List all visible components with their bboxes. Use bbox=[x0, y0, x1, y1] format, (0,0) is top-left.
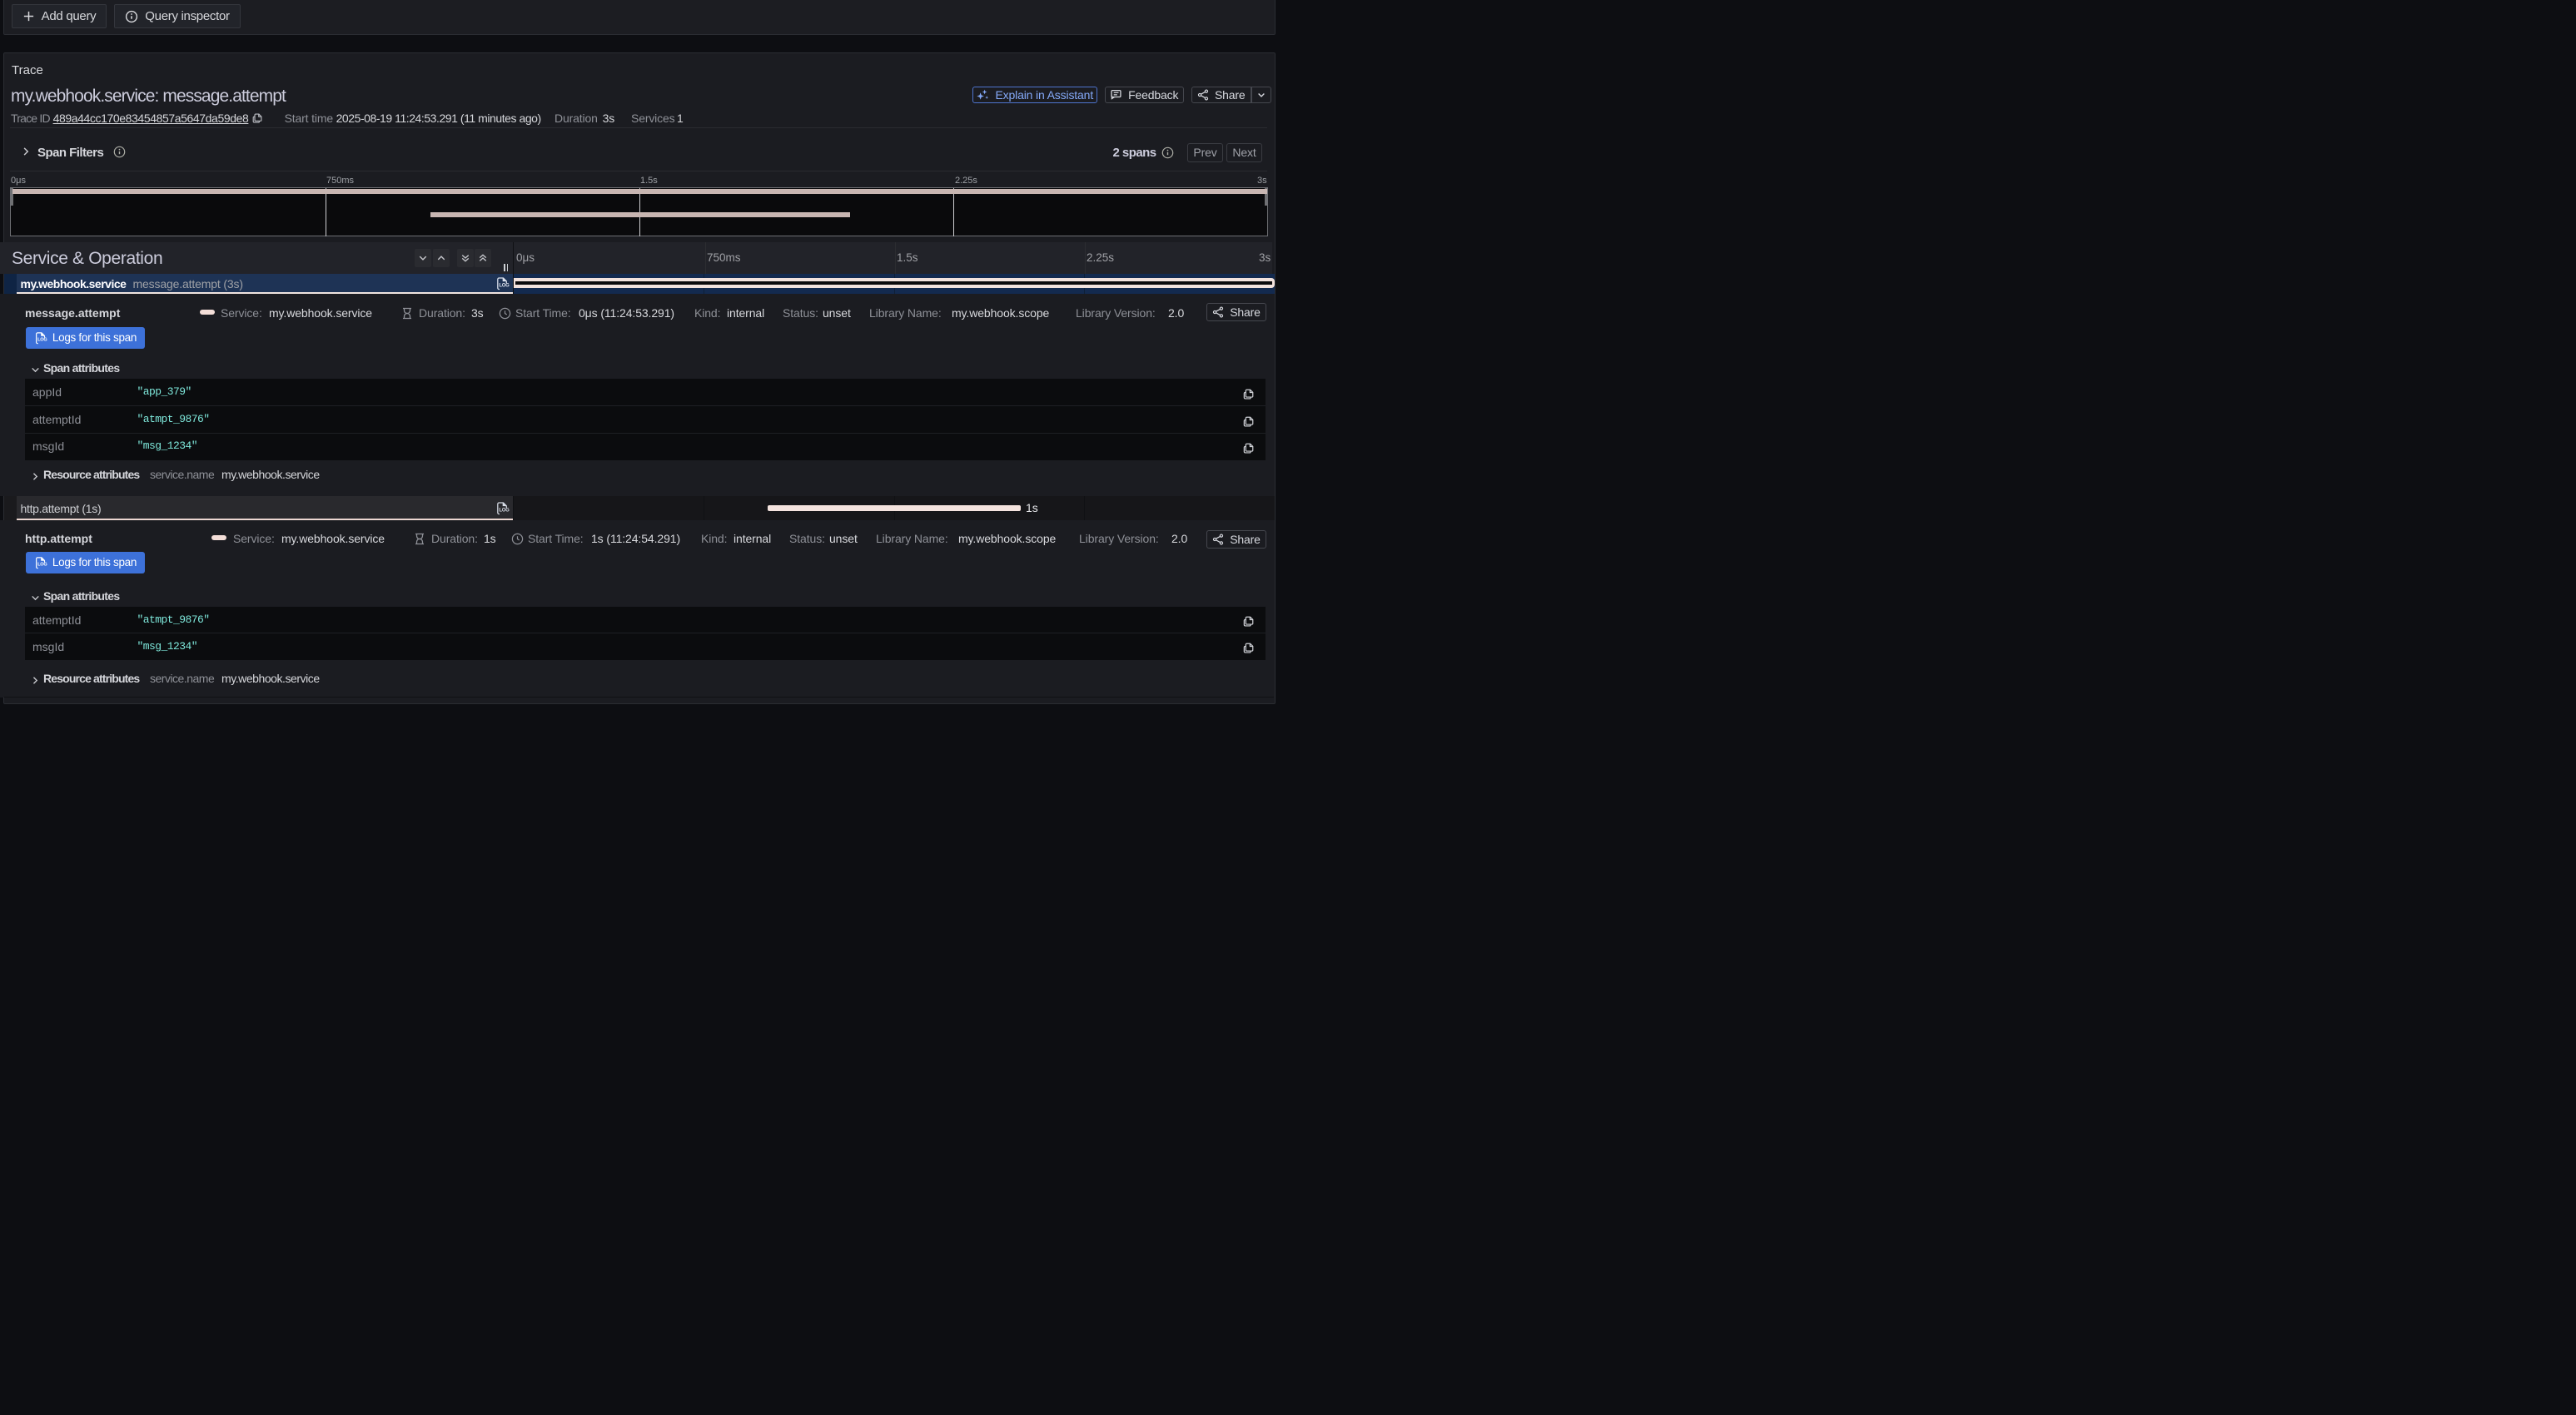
svg-text:LOG: LOG bbox=[37, 337, 47, 342]
svg-text:LOG: LOG bbox=[499, 508, 510, 513]
svg-text:LOG: LOG bbox=[37, 562, 47, 567]
svg-text:LOG: LOG bbox=[499, 283, 510, 288]
